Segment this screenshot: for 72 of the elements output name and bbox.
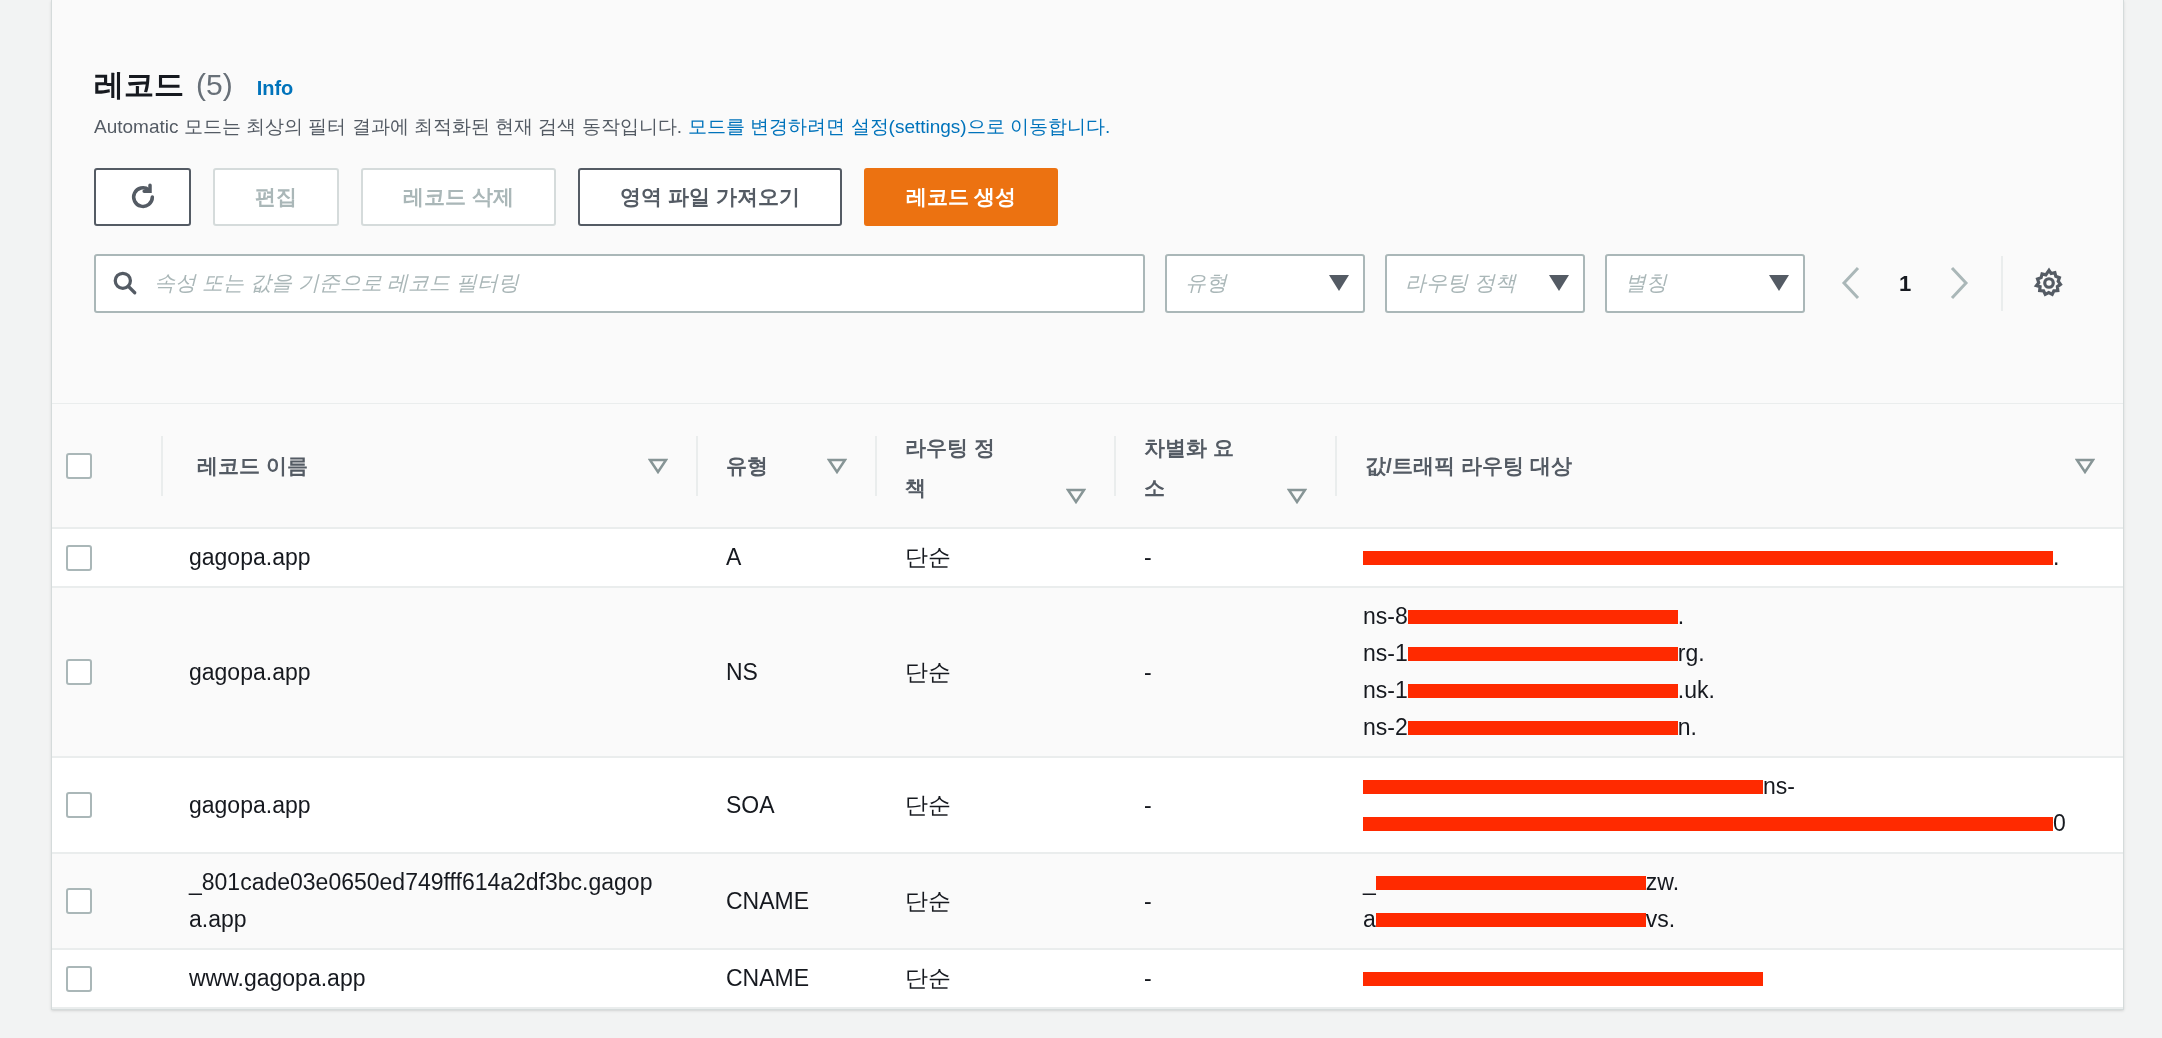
value-text: ns- bbox=[1763, 772, 1795, 801]
toolbar-button[interactable]: 레코드 생성 bbox=[863, 167, 1059, 226]
section-title: 레코드 bbox=[94, 67, 184, 103]
sort-icon[interactable] bbox=[1066, 487, 1086, 504]
dropdown-caret-icon bbox=[1329, 275, 1349, 291]
table-cell: - bbox=[1144, 887, 1152, 914]
value-text: n. bbox=[1677, 713, 1697, 742]
value-text: zw. bbox=[1645, 868, 1680, 897]
column-header[interactable]: 라우팅 정책 bbox=[905, 427, 1015, 508]
table-cell: _801cade03e0650ed749fff614a2df3bc.gagopa.app bbox=[189, 869, 653, 932]
table-cell: SOA bbox=[726, 791, 775, 818]
table-cell: - bbox=[1144, 965, 1152, 991]
table-cell: - bbox=[1144, 791, 1152, 818]
column-header[interactable]: 레코드 이름 bbox=[197, 449, 308, 482]
select-all-checkbox[interactable] bbox=[66, 452, 92, 479]
info-link[interactable]: Info bbox=[256, 73, 294, 103]
description-text: Automatic 모드는 최상의 필터 결과에 최적화된 현재 검색 동작입니다. bbox=[94, 115, 682, 139]
table-cell: 단순 bbox=[905, 658, 951, 685]
search-icon bbox=[112, 270, 138, 296]
sort-icon[interactable] bbox=[1287, 487, 1307, 504]
value-text: vs. bbox=[1645, 905, 1676, 934]
dropdown-placeholder: 라우팅 정책 bbox=[1405, 270, 1516, 297]
table-cell: - bbox=[1144, 658, 1152, 685]
table-cell: 단순 bbox=[905, 965, 951, 991]
page-number[interactable]: 1 bbox=[1899, 266, 1912, 300]
value-text: ns-2 bbox=[1363, 713, 1408, 742]
record-count: (5) bbox=[196, 67, 233, 103]
table-cell: A bbox=[726, 544, 742, 570]
column-header[interactable]: 유형 bbox=[726, 449, 768, 482]
table-cell: gagopa.app bbox=[189, 791, 311, 818]
table-cell: - bbox=[1144, 544, 1152, 570]
table-cell: 단순 bbox=[905, 791, 951, 818]
previous-page-icon[interactable] bbox=[1841, 266, 1861, 300]
next-page-icon[interactable] bbox=[1949, 266, 1970, 300]
settings-icon[interactable] bbox=[2033, 267, 2066, 299]
table-cell: 단순 bbox=[905, 887, 951, 914]
refresh-button[interactable] bbox=[94, 167, 191, 226]
value-text: .uk. bbox=[1677, 676, 1715, 705]
row-checkbox[interactable] bbox=[66, 544, 92, 571]
value-text: ns-1 bbox=[1363, 676, 1408, 705]
value-text: 0 bbox=[2053, 809, 2066, 838]
table-cell: CNAME bbox=[726, 965, 810, 991]
column-header[interactable]: 값/트래픽 라우팅 대상 bbox=[1365, 449, 1572, 482]
dropdown-caret-icon bbox=[1549, 275, 1569, 291]
table-cell: gagopa.app bbox=[189, 658, 311, 685]
row-checkbox[interactable] bbox=[66, 888, 92, 914]
table-cell: www.gagopa.app bbox=[189, 965, 366, 991]
value-text: rg. bbox=[1677, 639, 1705, 668]
filter-input: 속성 또는 값을 기준으로 레코드 필터링 bbox=[154, 267, 1127, 299]
toolbar-button[interactable]: 영역 파일 가져오기 bbox=[577, 167, 842, 226]
value-text: a bbox=[1363, 905, 1376, 934]
table-cell: NS bbox=[726, 658, 758, 685]
table-cell: gagopa.app bbox=[189, 544, 311, 570]
column-header[interactable]: 차별화 요소 bbox=[1144, 427, 1254, 508]
filter-search-field[interactable]: 속성 또는 값을 기준으로 레코드 필터링 bbox=[94, 253, 1145, 313]
dropdown-caret-icon bbox=[1769, 275, 1789, 291]
row-checkbox[interactable] bbox=[66, 792, 92, 818]
value-text: ns-1 bbox=[1363, 639, 1408, 668]
value-text: _ bbox=[1363, 868, 1376, 897]
sort-icon[interactable] bbox=[648, 457, 668, 474]
table-cell: 단순 bbox=[905, 544, 951, 570]
row-checkbox[interactable] bbox=[66, 659, 92, 685]
sort-icon[interactable] bbox=[827, 457, 847, 474]
dropdown-placeholder: 별칭 bbox=[1625, 270, 1667, 297]
value-text: . bbox=[1677, 602, 1685, 631]
table-cell: CNAME bbox=[726, 887, 810, 914]
sort-icon[interactable] bbox=[2075, 457, 2095, 474]
value-text: . bbox=[2053, 543, 2060, 572]
settings-link[interactable]: 모드를 변경하려면 설정(settings)으로 이동합니다. bbox=[688, 113, 1111, 142]
row-checkbox[interactable] bbox=[66, 965, 92, 992]
dropdown-placeholder: 유형 bbox=[1185, 270, 1227, 297]
value-text: ns-8 bbox=[1363, 602, 1408, 631]
